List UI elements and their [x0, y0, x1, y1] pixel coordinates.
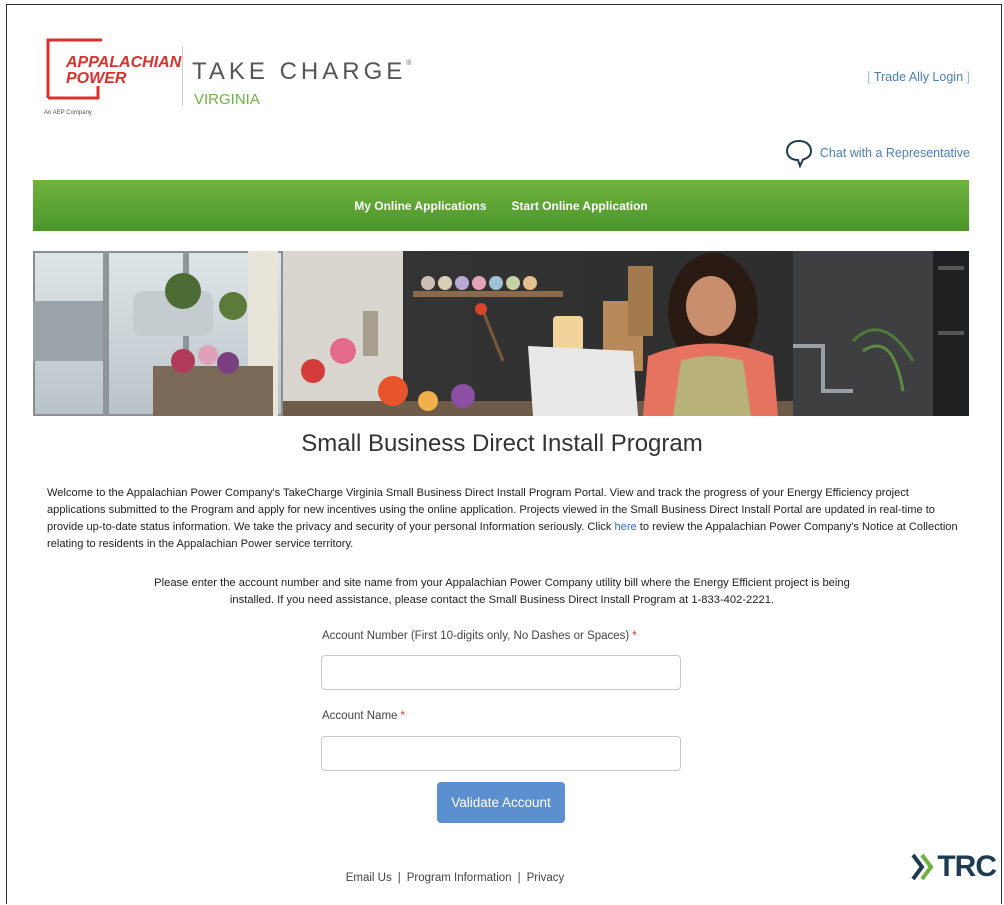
validate-account-button[interactable]: Validate Account: [437, 782, 565, 823]
logo-subtitle: An AEP Company: [44, 110, 92, 116]
hero-banner-image: [33, 251, 969, 416]
footer-email-us-link[interactable]: Email Us: [346, 872, 392, 884]
required-indicator: *: [632, 630, 637, 642]
account-number-input[interactable]: [321, 655, 681, 690]
brand-title-text: TAKE CHARGE: [192, 58, 407, 85]
trade-ally-login-link[interactable]: [ Trade Ally Login ]: [867, 70, 970, 84]
intro-paragraph: Welcome to the Appalachian Power Company…: [47, 485, 959, 553]
logo-divider: [182, 46, 183, 106]
main-nav: My Online Applications Start Online Appl…: [33, 180, 969, 231]
instructions-paragraph: Please enter the account number and site…: [154, 577, 850, 606]
trc-chevron-icon: [911, 853, 934, 881]
required-indicator: *: [400, 710, 405, 722]
footer-privacy-link[interactable]: Privacy: [527, 872, 565, 884]
chat-label[interactable]: Chat with a Representative: [820, 146, 970, 160]
privacy-notice-link[interactable]: here: [614, 521, 636, 533]
nav-my-online-applications[interactable]: My Online Applications: [354, 199, 486, 213]
footer-separator: |: [517, 872, 521, 884]
footer-links: Email Us | Program Information | Privacy: [0, 872, 910, 884]
account-name-label-text: Account Name: [322, 710, 398, 722]
bracket-open: [: [867, 70, 871, 84]
footer-separator: |: [397, 872, 401, 884]
trc-logo: TRC: [910, 850, 997, 884]
nav-start-online-application[interactable]: Start Online Application: [512, 199, 648, 213]
logo-text-line2: POWER: [66, 70, 127, 87]
brand-state: VIRGINIA: [194, 91, 260, 108]
chat-with-representative[interactable]: Chat with a Representative: [784, 138, 970, 168]
bracket-close: ]: [966, 70, 970, 84]
account-name-input[interactable]: [321, 736, 681, 771]
footer-program-information-link[interactable]: Program Information: [407, 872, 512, 884]
brand-title: TAKE CHARGE®: [192, 58, 411, 86]
appalachian-power-logo[interactable]: APPALACHIAN POWER An AEP Company: [44, 38, 184, 118]
brand-trademark: ®: [406, 60, 412, 67]
account-number-label: Account Number (First 10-digits only, No…: [322, 630, 637, 642]
trc-logo-text: TRC: [937, 850, 997, 883]
flower-shop-photo: [33, 251, 969, 416]
trade-ally-login-label[interactable]: Trade Ally Login: [874, 70, 963, 84]
speech-bubble-icon[interactable]: [784, 138, 814, 168]
page-title: Small Business Direct Install Program: [301, 430, 703, 457]
account-number-label-text: Account Number (First 10-digits only, No…: [322, 630, 630, 642]
account-name-label: Account Name *: [322, 710, 405, 722]
